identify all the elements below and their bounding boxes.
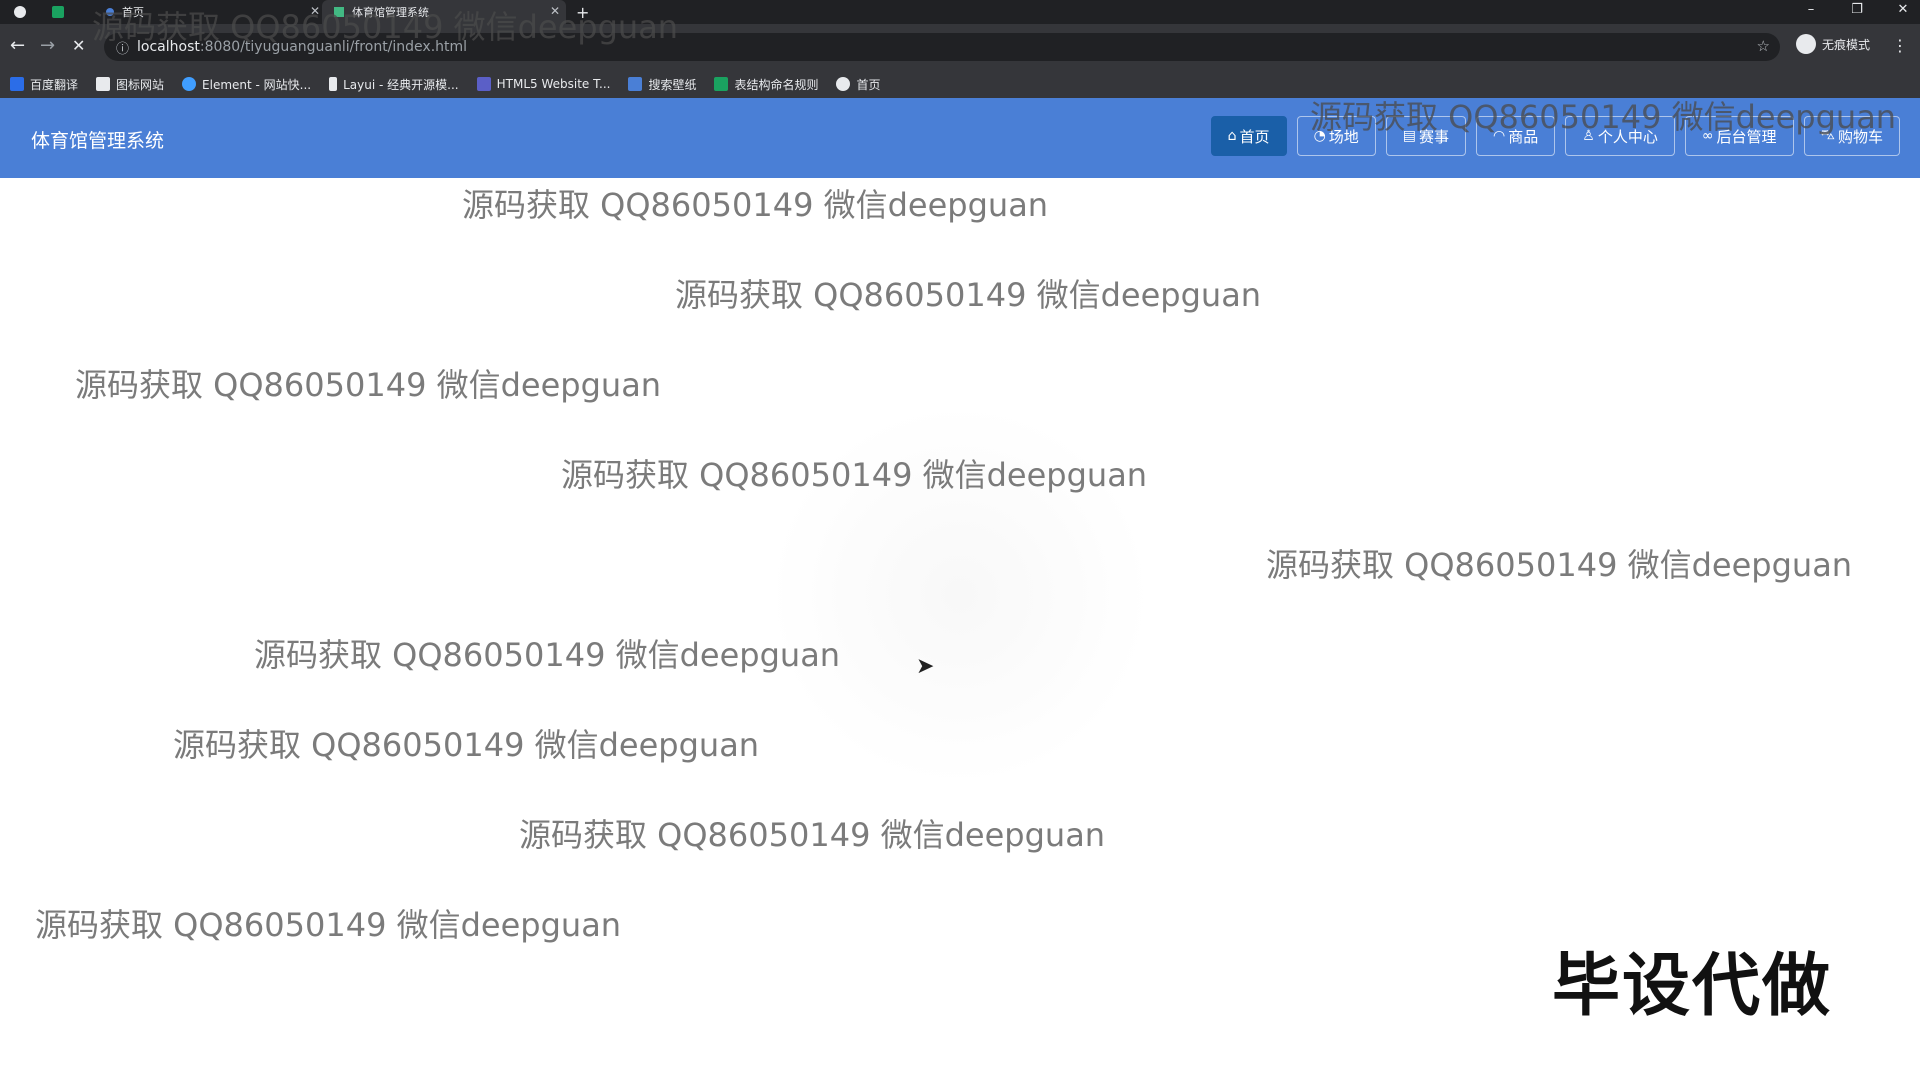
bookmark-star-icon[interactable]: ☆ [1757, 37, 1770, 55]
watermark-text: 源码获取 QQ86050149 微信deepguan [92, 8, 679, 46]
corner-stamp-text: 毕设代做 [1552, 947, 1833, 1026]
bookmark-label: 表结构命名规则 [734, 77, 819, 92]
bookmark-label: 图标网站 [116, 77, 165, 92]
browser-logo-icon [14, 0, 34, 24]
bookmark-label: 搜索壁纸 [648, 77, 697, 92]
forward-icon[interactable]: → [40, 35, 55, 56]
close-window-button[interactable]: ✕ [1888, 2, 1918, 17]
bookmark-favicon-icon [10, 77, 24, 91]
back-icon[interactable]: ← [10, 35, 25, 56]
bookmark-label: 百度翻译 [30, 77, 79, 92]
watermark-text: 源码获取 QQ86050149 微信deepguan [462, 186, 1049, 224]
app-tab-icon[interactable] [52, 0, 72, 24]
bookmark-favicon-icon [836, 77, 851, 91]
bookmark-favicon-icon [628, 77, 643, 91]
browser-menu-icon[interactable]: ⋮ [1892, 36, 1908, 55]
bookmark-item[interactable]: 搜索壁纸 [628, 76, 696, 93]
bookmark-favicon-icon [714, 77, 729, 91]
bookmark-item[interactable]: 图标网站 [96, 76, 164, 93]
bookmark-label: HTML5 Website T... [496, 77, 611, 91]
bookmark-item[interactable]: 表结构命名规则 [714, 76, 818, 93]
stop-loading-icon[interactable]: ✕ [72, 36, 85, 55]
mouse-cursor-icon: ➤ [916, 654, 935, 679]
home-icon: ⌂ [1227, 128, 1237, 144]
site-title: 体育馆管理系统 [31, 130, 165, 152]
bookmark-favicon-icon [329, 77, 338, 91]
watermark-text: 源码获取 QQ86050149 微信deepguan [35, 906, 622, 944]
bookmark-label: 首页 [856, 77, 881, 92]
bookmark-item[interactable]: Element - 网站快... [182, 76, 311, 93]
bookmark-label: Element - 网站快... [202, 77, 312, 92]
watermark-text: 源码获取 QQ86050149 微信deepguan [561, 456, 1148, 494]
watermark-text: 源码获取 QQ86050149 微信deepguan [75, 366, 662, 404]
bookmark-label: Layui - 经典开源模... [343, 77, 459, 92]
restore-button[interactable]: ❐ [1842, 2, 1872, 17]
watermark-text: 源码获取 QQ86050149 微信deepguan [675, 276, 1262, 314]
nav-home[interactable]: ⌂ 首页 [1210, 116, 1287, 156]
incognito-icon [1796, 34, 1816, 54]
bookmark-favicon-icon [182, 77, 197, 91]
watermark-text: 源码获取 QQ86050149 微信deepguan [1266, 546, 1853, 584]
bookmark-item[interactable]: HTML5 Website T... [476, 77, 611, 91]
bookmark-item[interactable]: Layui - 经典开源模... [329, 76, 459, 93]
incognito-profile[interactable]: 无痕模式 [1796, 34, 1870, 54]
watermark-text: 源码获取 QQ86050149 微信deepguan [173, 726, 760, 764]
bookmark-item[interactable]: 首页 [836, 76, 881, 93]
bookmark-favicon-icon [96, 77, 111, 91]
minimize-button[interactable]: – [1796, 2, 1826, 17]
bookmark-item[interactable]: 百度翻译 [10, 76, 78, 93]
bookmark-favicon-icon [476, 77, 491, 91]
watermark-text: 源码获取 QQ86050149 微信deepguan [1310, 98, 1897, 136]
watermark-text: 源码获取 QQ86050149 微信deepguan [519, 816, 1106, 854]
nav-label: 首页 [1239, 127, 1270, 146]
watermark-text: 源码获取 QQ86050149 微信deepguan [254, 636, 841, 674]
incognito-label: 无痕模式 [1822, 37, 1871, 52]
